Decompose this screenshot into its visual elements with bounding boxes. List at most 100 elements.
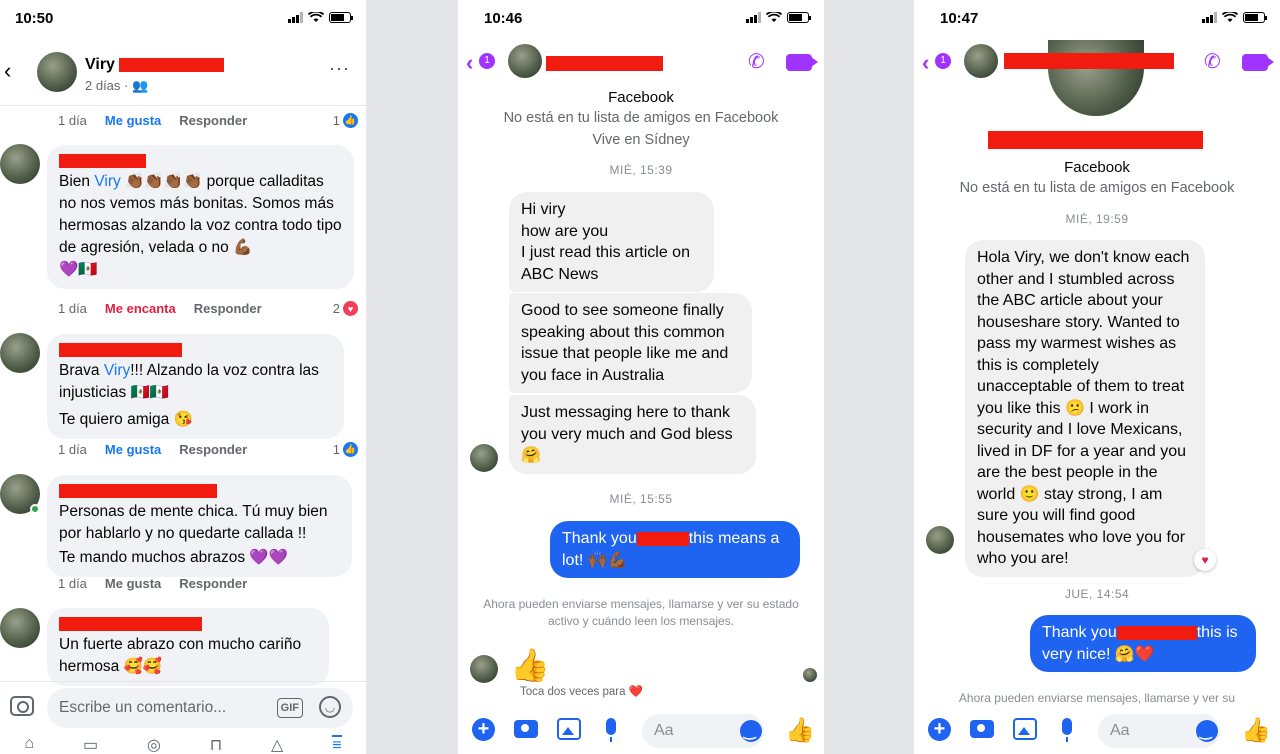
- author-name[interactable]: Viry: [85, 56, 225, 74]
- comment-text-line: Te mando muchos abrazos 💜💜: [59, 549, 289, 566]
- mention-link[interactable]: Viry: [104, 362, 130, 379]
- comment-bubble: Brava Viry!!! Alzando la voz contra las …: [47, 334, 344, 439]
- reply-button[interactable]: Responder: [179, 442, 247, 457]
- plus-icon[interactable]: +: [928, 718, 951, 741]
- mention-link[interactable]: Viry: [94, 173, 120, 190]
- status-time: 10:46: [484, 10, 523, 27]
- video-call-icon[interactable]: [1242, 54, 1274, 71]
- redaction-bar: [119, 57, 225, 72]
- back-chevron-icon[interactable]: ‹: [4, 58, 22, 84]
- like-reaction-icon: 👍: [343, 113, 358, 128]
- like-button[interactable]: Me gusta: [105, 576, 161, 591]
- reaction-count[interactable]: 1 👍: [333, 442, 358, 457]
- timestamp: JUE, 14:54: [1064, 587, 1130, 601]
- contact-avatar-small: [926, 526, 954, 554]
- conversation-header: ‹ 1 ✆: [458, 38, 824, 86]
- comment-time: 1 día: [58, 442, 87, 457]
- commenter-name[interactable]: [59, 342, 332, 358]
- commenter-name[interactable]: [59, 616, 317, 632]
- phone-call-icon[interactable]: ✆: [748, 52, 768, 72]
- reply-button[interactable]: Responder: [194, 301, 262, 316]
- reaction-count[interactable]: 2 ♥: [333, 301, 358, 316]
- profile-source: Facebook: [1064, 159, 1130, 176]
- microphone-icon[interactable]: [606, 718, 616, 742]
- facebook-comments-screen: 10:50 ‹ Viry 2 días · 👥 ··· 1 día Me gus…: [0, 0, 366, 754]
- profile-source: Facebook: [608, 89, 674, 106]
- commenter-name[interactable]: [59, 153, 342, 169]
- author-avatar[interactable]: [37, 52, 77, 92]
- message-composer: + Aa 👍: [458, 706, 824, 754]
- comment-text: Bien Viry 👏🏾👏🏾👏🏾👏🏾 porque calladitas no …: [59, 173, 342, 256]
- video-call-icon[interactable]: [786, 54, 818, 71]
- comment-time: 1 día: [58, 301, 87, 316]
- comment-input[interactable]: Escribe un comentario... GIF ◡: [47, 688, 353, 728]
- thumbs-up-icon[interactable]: 👍: [1241, 716, 1271, 745]
- comment-bubble: Personas de mente chica. Tú muy bien por…: [47, 475, 352, 577]
- profile-location: Vive en Sídney: [592, 132, 690, 148]
- like-button[interactable]: Me gusta: [105, 442, 161, 457]
- signal-icon: [1202, 12, 1217, 23]
- love-reaction-icon: ♥: [343, 301, 358, 316]
- signal-icon: [288, 12, 303, 23]
- outgoing-message[interactable]: Thank you this is very nice! 🤗❤️: [1030, 615, 1256, 672]
- comment-text: Personas de mente chica. Tú muy bien por…: [59, 503, 328, 542]
- camera-icon[interactable]: [10, 696, 34, 716]
- outgoing-message[interactable]: Thank you this means a lot! 🙌🏾💪🏾: [550, 521, 800, 578]
- status-bar: 10:47: [914, 0, 1280, 38]
- unread-badge: 1: [935, 53, 951, 69]
- love-reaction-button[interactable]: Me encanta: [105, 301, 176, 316]
- status-time: 10:47: [940, 10, 979, 27]
- photo-icon[interactable]: [1013, 718, 1037, 740]
- menu-tab-icon[interactable]: ≡: [332, 735, 342, 754]
- comment-meta-row: 1 día Me gusta Responder 1 👍: [58, 113, 358, 128]
- incoming-message[interactable]: Just messaging here to thank you very mu…: [509, 395, 756, 474]
- read-receipt-avatar: [803, 668, 817, 682]
- contact-avatar[interactable]: [508, 44, 542, 78]
- plus-icon[interactable]: +: [472, 718, 495, 741]
- commenter-avatar[interactable]: [0, 608, 40, 648]
- heart-reaction-icon[interactable]: ♥: [1194, 549, 1216, 571]
- emoji-icon[interactable]: [1196, 720, 1218, 742]
- commenter-name[interactable]: [59, 483, 340, 499]
- comment-text: Brava Viry!!! Alzando la voz contra las …: [59, 362, 319, 401]
- comment-composer: Escribe un comentario... GIF ◡: [0, 681, 366, 733]
- watch-tab-icon[interactable]: ▭: [83, 735, 98, 754]
- notifications-tab-icon[interactable]: △: [271, 735, 283, 754]
- microphone-icon[interactable]: [1062, 718, 1072, 742]
- redaction-bar: [546, 56, 663, 71]
- commenter-avatar[interactable]: [0, 144, 40, 184]
- messenger-conversation-2: 10:47 ‹ 1 ✆ Facebook No está en tu lista…: [914, 0, 1280, 754]
- like-button[interactable]: Me gusta: [105, 113, 161, 128]
- incoming-message[interactable]: Hola Viry, we don't know each other and …: [965, 240, 1205, 577]
- groups-tab-icon[interactable]: ◎: [147, 735, 161, 754]
- thumbs-up-icon[interactable]: 👍: [785, 716, 815, 745]
- incoming-message[interactable]: Good to see someone finally speaking abo…: [509, 293, 752, 393]
- redaction-bar: [59, 617, 202, 631]
- contact-avatar[interactable]: [964, 44, 998, 78]
- online-status-dot: [30, 504, 40, 514]
- comment-emoji-line: 💜🇲🇽: [59, 261, 98, 278]
- back-chevron-icon[interactable]: ‹: [466, 50, 473, 76]
- more-options-icon[interactable]: ···: [329, 58, 350, 79]
- profile-not-friends: No está en tu lista de amigos en Faceboo…: [503, 110, 779, 126]
- back-chevron-icon[interactable]: ‹: [922, 50, 929, 76]
- phone-call-icon[interactable]: ✆: [1204, 52, 1224, 72]
- home-tab-icon[interactable]: ⌂: [24, 735, 34, 754]
- wifi-icon: [308, 12, 324, 22]
- camera-icon[interactable]: [970, 720, 994, 738]
- incoming-message[interactable]: Hi viry how are you I just read this art…: [509, 192, 714, 292]
- reply-button[interactable]: Responder: [179, 576, 247, 591]
- commenter-avatar[interactable]: [0, 333, 40, 373]
- marketplace-tab-icon[interactable]: ⊓: [210, 735, 222, 754]
- comment-meta-row: 1 día Me gusta Responder 1 👍: [58, 442, 358, 457]
- reaction-count[interactable]: 1 👍: [333, 113, 358, 128]
- reply-button[interactable]: Responder: [179, 113, 247, 128]
- gif-button[interactable]: GIF: [276, 698, 303, 718]
- emoji-icon[interactable]: ◡: [319, 696, 341, 718]
- battery-icon: [1243, 12, 1267, 23]
- thumbs-up-sticker-icon[interactable]: 👍: [510, 646, 550, 684]
- camera-icon[interactable]: [514, 720, 538, 738]
- emoji-icon[interactable]: [740, 720, 762, 742]
- photo-icon[interactable]: [557, 718, 581, 740]
- timestamp: MIÉ, 19:59: [1065, 212, 1129, 226]
